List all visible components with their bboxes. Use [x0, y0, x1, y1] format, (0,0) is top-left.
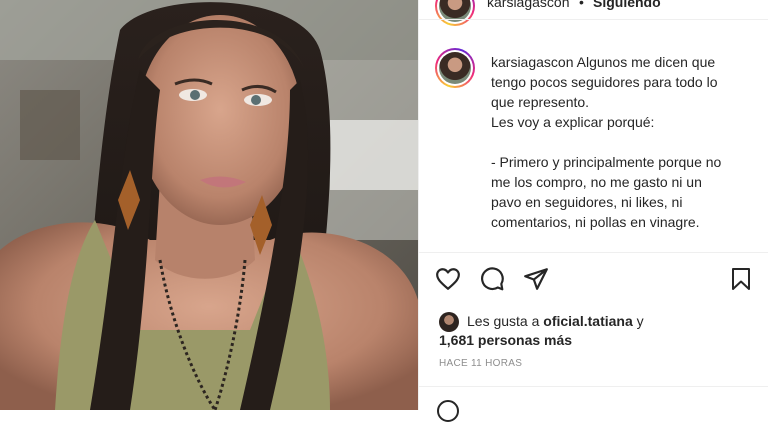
post-side-panel: karsiagascon • Siguiendo ··· karsiagasco…: [418, 0, 768, 422]
likes-connector: y: [636, 313, 644, 329]
comment-bubble-icon[interactable]: [479, 266, 505, 297]
emoji-icon[interactable]: [437, 400, 459, 422]
post-photo[interactable]: [0, 0, 418, 410]
divider: [419, 252, 768, 253]
paper-plane-icon[interactable]: [523, 266, 549, 297]
liker-username[interactable]: oficial.tatiana: [543, 313, 632, 329]
more-horizontal-icon[interactable]: ···: [728, 0, 751, 11]
caption-line: me los compro, no me gasto ni un: [491, 174, 702, 190]
caption-line: tengo pocos seguidores para todo lo: [491, 74, 718, 90]
caption-line: Les voy a explicar porqué:: [491, 114, 655, 130]
post-image: [0, 0, 418, 410]
likes-count[interactable]: 1,681 personas más: [439, 330, 572, 350]
caption-line: - Primero y principalmente porque no: [491, 154, 722, 170]
author-avatar[interactable]: [435, 0, 475, 26]
post-header: karsiagascon • Siguiendo ···: [419, 0, 768, 26]
caption-section: karsiagascon Algunos me dicen que tengo …: [419, 34, 768, 252]
post-timestamp[interactable]: HACE 11 HORAS: [439, 358, 522, 369]
heart-icon[interactable]: [435, 266, 461, 297]
separator-dot: •: [579, 0, 584, 10]
liker-avatar[interactable]: [439, 312, 459, 332]
likes-prefix: Les gusta a: [467, 313, 540, 329]
author-username[interactable]: karsiagascon: [487, 0, 570, 10]
divider: [419, 386, 768, 387]
divider: [419, 19, 768, 20]
caption-username[interactable]: karsiagascon: [491, 54, 574, 70]
caption-text: karsiagascon Algunos me dicen que tengo …: [491, 52, 753, 232]
follow-status-button[interactable]: Siguiendo: [593, 0, 661, 10]
caption-line: comentarios, ni pollas en vinagre.: [491, 214, 700, 230]
caption-line: que represento.: [491, 94, 590, 110]
bookmark-icon[interactable]: [729, 266, 753, 297]
caption-line: pavo en seguidores, ni likes, ni: [491, 194, 683, 210]
caption-avatar[interactable]: [435, 48, 475, 88]
caption-line: Algunos me dicen que: [576, 54, 716, 70]
